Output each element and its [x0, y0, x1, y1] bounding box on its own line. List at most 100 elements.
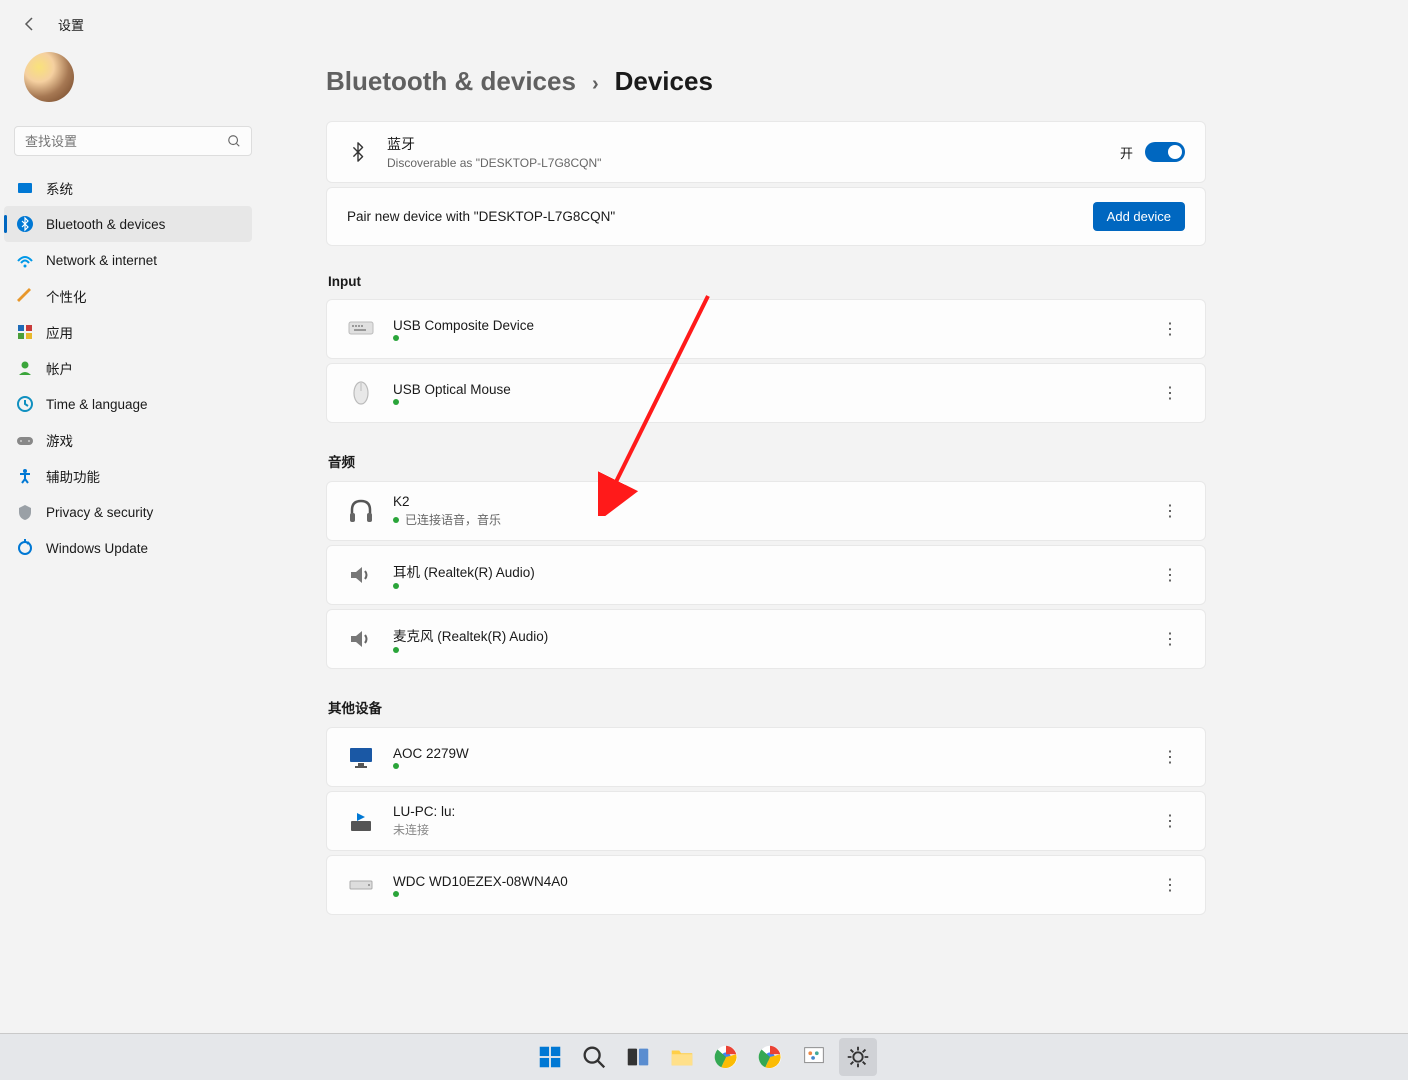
more-options-button[interactable]: ⋮ — [1155, 742, 1185, 772]
device-name: USB Optical Mouse — [393, 382, 1155, 397]
device-card[interactable]: 麦克风 (Realtek(R) Audio)⋮ — [326, 609, 1206, 669]
sidebar-item-gaming[interactable]: 游戏 — [4, 422, 252, 458]
bluetooth-title: 蓝牙 — [387, 134, 1120, 154]
device-card[interactable]: 耳机 (Realtek(R) Audio)⋮ — [326, 545, 1206, 605]
back-button[interactable] — [20, 14, 40, 34]
search-input[interactable] — [25, 134, 227, 149]
taskbar-search[interactable] — [575, 1038, 613, 1076]
sidebar-item-bluetooth[interactable]: Bluetooth & devices — [4, 206, 252, 242]
sidebar-item-apps[interactable]: 应用 — [4, 314, 252, 350]
sidebar-item-account[interactable]: 帐户 — [4, 350, 252, 386]
device-card[interactable]: WDC WD10EZEX-08WN4A0⋮ — [326, 855, 1206, 915]
monitor-icon — [347, 743, 375, 771]
section-header: Input — [328, 274, 1206, 289]
bluetooth-card[interactable]: 蓝牙 Discoverable as "DESKTOP-L7G8CQN" 开 — [326, 121, 1206, 183]
device-card[interactable]: K2已连接语音，音乐⋮ — [326, 481, 1206, 541]
bluetooth-icon — [16, 215, 34, 233]
sidebar-item-personalize[interactable]: 个性化 — [4, 278, 252, 314]
device-card[interactable]: AOC 2279W⋮ — [326, 727, 1206, 787]
status-dot — [393, 647, 399, 653]
account-icon — [16, 359, 34, 377]
sidebar-item-label: Time & language — [46, 397, 148, 412]
device-name: AOC 2279W — [393, 746, 1155, 761]
sidebar-item-wifi[interactable]: Network & internet — [4, 242, 252, 278]
speaker-icon — [347, 625, 375, 653]
taskbar-explorer[interactable] — [663, 1038, 701, 1076]
breadcrumb-parent[interactable]: Bluetooth & devices — [326, 66, 576, 97]
search-icon — [227, 134, 241, 148]
wifi-icon — [16, 251, 34, 269]
more-options-button[interactable]: ⋮ — [1155, 378, 1185, 408]
add-device-button[interactable]: Add device — [1093, 202, 1185, 231]
keyboard-icon — [347, 315, 375, 343]
sidebar-item-label: 游戏 — [46, 430, 73, 450]
window-title: 设置 — [58, 15, 84, 34]
status-dot — [393, 399, 399, 405]
sidebar-item-update[interactable]: Windows Update — [4, 530, 252, 566]
time-icon — [16, 395, 34, 413]
status-dot — [393, 763, 399, 769]
search-box[interactable] — [14, 126, 252, 156]
sidebar-item-label: Privacy & security — [46, 505, 153, 520]
sidebar-item-label: 系统 — [46, 178, 73, 198]
sidebar-item-label: Bluetooth & devices — [46, 217, 165, 232]
breadcrumb-current: Devices — [615, 66, 713, 97]
taskbar-paint[interactable] — [795, 1038, 833, 1076]
device-status-text: 已连接语音，音乐 — [405, 511, 501, 528]
taskbar-settings[interactable] — [839, 1038, 877, 1076]
personalize-icon — [16, 287, 34, 305]
device-name: LU-PC: lu: — [393, 804, 1155, 819]
apps-icon — [16, 323, 34, 341]
status-dot — [393, 891, 399, 897]
sidebar-item-label: Windows Update — [46, 541, 148, 556]
taskbar-taskview[interactable] — [619, 1038, 657, 1076]
speaker-icon — [347, 561, 375, 589]
taskbar-start[interactable] — [531, 1038, 569, 1076]
taskbar-chrome2[interactable] — [751, 1038, 789, 1076]
bluetooth-icon — [347, 141, 369, 163]
sidebar-item-privacy[interactable]: Privacy & security — [4, 494, 252, 530]
headphones-icon — [347, 497, 375, 525]
more-options-button[interactable]: ⋮ — [1155, 624, 1185, 654]
toggle-state-label: 开 — [1120, 143, 1133, 162]
status-dot — [393, 583, 399, 589]
update-icon — [16, 539, 34, 557]
taskbar — [0, 1033, 1408, 1080]
taskbar-chrome1[interactable] — [707, 1038, 745, 1076]
device-status-text: 未连接 — [393, 821, 429, 838]
section-header: 音频 — [328, 451, 1206, 471]
status-dot — [393, 517, 399, 523]
device-card[interactable]: USB Composite Device⋮ — [326, 299, 1206, 359]
sidebar-item-label: 个性化 — [46, 286, 87, 306]
status-dot — [393, 335, 399, 341]
sidebar-item-system[interactable]: 系统 — [4, 170, 252, 206]
device-card[interactable]: USB Optical Mouse⋮ — [326, 363, 1206, 423]
device-name: WDC WD10EZEX-08WN4A0 — [393, 874, 1155, 889]
chevron-right-icon: › — [592, 73, 599, 96]
more-options-button[interactable]: ⋮ — [1155, 314, 1185, 344]
section-header: 其他设备 — [328, 697, 1206, 717]
sidebar-item-accessibility[interactable]: 辅助功能 — [4, 458, 252, 494]
breadcrumb: Bluetooth & devices › Devices — [326, 66, 1206, 97]
more-options-button[interactable]: ⋮ — [1155, 560, 1185, 590]
device-name: 耳机 (Realtek(R) Audio) — [393, 561, 1155, 581]
device-name: USB Composite Device — [393, 318, 1155, 333]
sidebar-item-label: 帐户 — [46, 358, 73, 378]
pair-device-card: Pair new device with "DESKTOP-L7G8CQN" A… — [326, 187, 1206, 246]
more-options-button[interactable]: ⋮ — [1155, 496, 1185, 526]
sidebar-item-time[interactable]: Time & language — [4, 386, 252, 422]
privacy-icon — [16, 503, 34, 521]
accessibility-icon — [16, 467, 34, 485]
sidebar: 系统 Bluetooth & devices Network & internet 个… — [4, 170, 252, 566]
sidebar-item-label: Network & internet — [46, 253, 157, 268]
gaming-icon — [16, 431, 34, 449]
mouse-icon — [347, 379, 375, 407]
bluetooth-toggle[interactable] — [1145, 142, 1185, 162]
more-options-button[interactable]: ⋮ — [1155, 806, 1185, 836]
media-pc-icon — [347, 807, 375, 835]
sidebar-item-label: 应用 — [46, 322, 73, 342]
system-icon — [16, 179, 34, 197]
more-options-button[interactable]: ⋮ — [1155, 870, 1185, 900]
device-card[interactable]: LU-PC: lu: 未连接 ⋮ — [326, 791, 1206, 851]
user-avatar[interactable] — [24, 52, 74, 102]
